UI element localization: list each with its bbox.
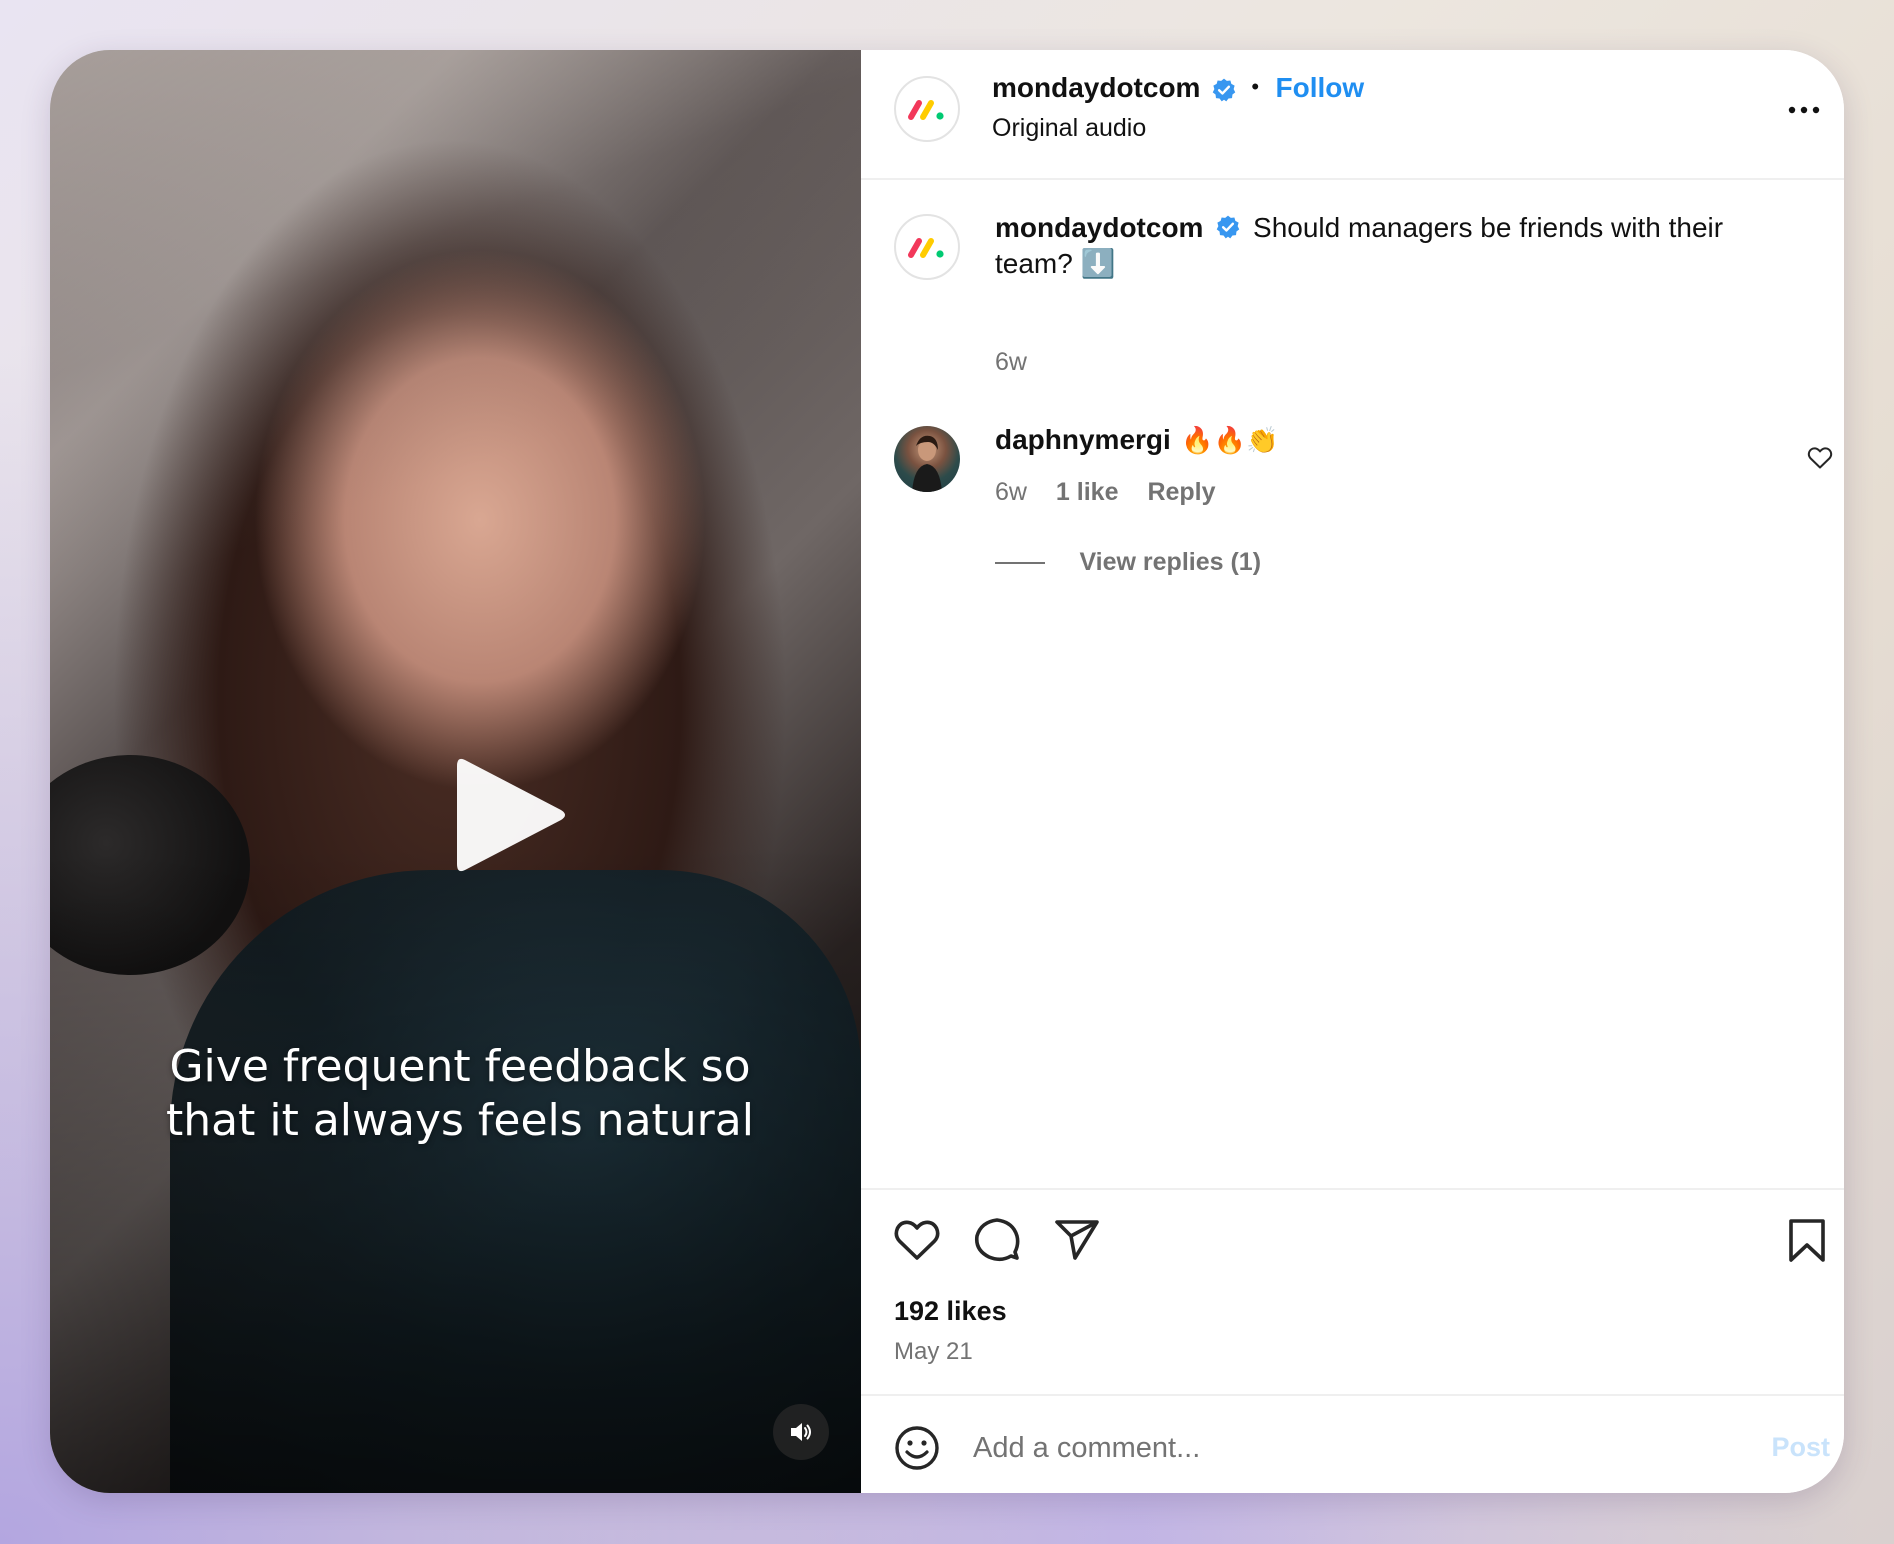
speaker-icon [791, 1423, 811, 1441]
emoji-smiley-icon[interactable] [893, 1424, 941, 1472]
comment-reply-button[interactable]: Reply [1147, 478, 1215, 506]
comment-input[interactable] [973, 1420, 1733, 1476]
comment-text: 🔥🔥👏 [1181, 425, 1279, 455]
author-avatar[interactable] [894, 76, 960, 142]
like-heart-icon[interactable] [893, 1218, 941, 1262]
post-sidebar: mondaydotcom • Follow Original audio mon… [861, 50, 1844, 1493]
verified-badge-icon [1216, 215, 1240, 238]
more-options-icon[interactable] [1784, 98, 1824, 122]
replies-divider [995, 561, 1045, 564]
audio-link[interactable]: Original audio [992, 114, 1146, 143]
comment-like-count[interactable]: 1 like [1056, 478, 1119, 506]
post-comment-button[interactable]: Post [1771, 1432, 1830, 1463]
save-bookmark-icon[interactable] [1787, 1218, 1827, 1264]
monday-logo-icon [908, 238, 944, 258]
caption-emoji: ⬇️ [1080, 248, 1116, 279]
video-caption-line-1: Give frequent feedback so [169, 1041, 751, 1092]
reel-dialog: Give frequent feedback so that it always… [50, 50, 1844, 1493]
video-caption: Give frequent feedback so that it always… [110, 1040, 810, 1148]
video-player[interactable]: Give frequent feedback so that it always… [50, 50, 861, 1493]
post-date[interactable]: May 21 [894, 1338, 973, 1366]
video-caption-line-2: that it always feels natural [166, 1095, 754, 1146]
caption-age[interactable]: 6w [995, 348, 1027, 377]
view-replies-toggle[interactable]: View replies (1) [995, 548, 1261, 577]
follow-button[interactable]: Follow [1276, 72, 1365, 103]
view-replies-label[interactable]: View replies (1) [1079, 548, 1261, 576]
commenter-avatar[interactable] [894, 426, 960, 492]
commenter-avatar-image [912, 435, 942, 492]
header-username[interactable]: mondaydotcom [992, 72, 1200, 103]
post-caption: mondaydotcom Should managers be friends … [995, 210, 1795, 282]
comment-bubble-icon[interactable] [973, 1216, 1021, 1264]
audio-toggle-button[interactable] [773, 1404, 829, 1460]
comment-meta: 6w 1 like Reply [995, 478, 1216, 507]
play-icon[interactable] [443, 750, 573, 880]
commenter-username[interactable]: daphnymergi [995, 424, 1171, 455]
composer-divider [861, 1394, 1844, 1396]
monday-logo-icon [908, 100, 944, 120]
like-count[interactable]: 192 likes [894, 1296, 1007, 1327]
comment-like-heart-icon[interactable] [1807, 446, 1833, 470]
caption-username[interactable]: mondaydotcom [995, 212, 1203, 243]
verified-badge-icon [1212, 78, 1236, 102]
actions-divider [861, 1188, 1844, 1190]
comment-age[interactable]: 6w [995, 478, 1027, 506]
header-separator: • [1251, 74, 1260, 99]
share-paper-plane-icon[interactable] [1053, 1218, 1101, 1262]
caption-author-avatar[interactable] [894, 214, 960, 280]
post-header: mondaydotcom • Follow Original audio [861, 50, 1844, 180]
